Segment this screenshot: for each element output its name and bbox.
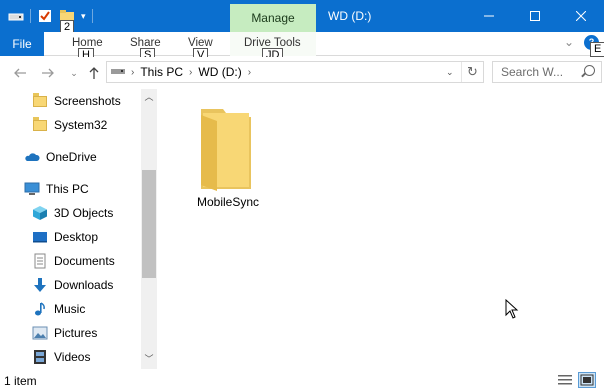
breadcrumb-separator-icon[interactable]: › [248,67,251,78]
nav-scrollbar[interactable]: ︿ ﹀ [141,89,157,369]
search-placeholder: Search W... [501,65,564,79]
up-button[interactable] [84,63,104,83]
document-icon [32,253,48,269]
drive-icon[interactable] [8,8,24,24]
nav-item-label: Screenshots [54,94,121,108]
qat-divider [30,9,31,23]
nav-item-label: OneDrive [46,150,97,164]
item-count: 1 item [4,374,37,388]
breadcrumb-wd-drive[interactable]: WD (D:) [198,65,241,79]
keytip-help: E [590,42,604,57]
ribbon-tab-bar: File Home H Share S View V Drive Tools J… [0,32,604,63]
scroll-up-icon[interactable]: ︿ [141,89,157,105]
drive-small-icon [111,65,125,79]
close-button[interactable] [558,0,604,32]
folder-icon [32,117,48,133]
large-icons-view-icon[interactable] [578,372,596,388]
folder-icon [193,101,263,194]
refresh-icon[interactable]: ↻ [461,62,483,82]
pictures-icon [32,325,48,341]
manage-tab[interactable]: Manage [230,4,316,32]
quick-access-toolbar: 2 ▾ [8,6,93,35]
nav-item-label: Videos [54,350,91,364]
mouse-cursor-icon [505,298,519,322]
nav-item-label: Downloads [54,278,114,292]
folder-icon [32,93,48,109]
navigation-pane: Screenshots System32 OneDrive This PC 3D… [0,89,157,369]
window-title: WD (D:) [328,9,372,23]
forward-button[interactable] [38,63,58,83]
cloud-icon [24,149,40,165]
search-input[interactable]: Search W... [492,61,602,83]
scroll-down-icon[interactable]: ﹀ [141,351,157,367]
address-row: ⌄ › This PC › WD (D:) › ↻ ⌄ Search W... [0,57,604,89]
address-bar[interactable]: › This PC › WD (D:) › ↻ [106,61,484,83]
desktop-icon [32,229,48,245]
expand-ribbon-icon[interactable]: ⌄ [564,35,574,49]
computer-icon [24,181,40,197]
film-icon [32,349,48,365]
back-button[interactable] [10,63,30,83]
properties-icon[interactable] [37,8,53,24]
tab-file[interactable]: File [0,32,44,56]
breadcrumb-separator-icon[interactable]: › [131,67,134,78]
file-list[interactable]: MobileSync [157,89,604,369]
cube-icon [32,205,48,221]
minimize-button[interactable] [466,0,512,32]
nav-item-label: Music [54,302,86,316]
nav-item-label: System32 [54,118,108,132]
breadcrumb-separator-icon[interactable]: › [189,67,192,78]
address-dropdown-icon[interactable]: ⌄ [446,67,460,81]
status-bar: 1 item [0,369,604,392]
nav-item-label: Documents [54,254,115,268]
scroll-thumb[interactable] [142,170,156,278]
nav-item-label: 3D Objects [54,206,114,220]
details-view-icon[interactable] [556,372,574,388]
title-bar: 2 ▾ Manage WD (D:) [0,0,604,35]
qat-dropdown-icon[interactable]: ▾ [81,11,86,22]
new-folder-icon[interactable]: 2 [59,8,75,35]
breadcrumb-this-pc[interactable]: This PC [140,65,183,79]
maximize-button[interactable] [512,0,558,32]
search-icon [584,65,595,76]
download-arrow-icon [32,277,48,293]
nav-item-label: Pictures [54,326,98,340]
nav-item-label: This PC [46,182,89,196]
recent-locations-icon[interactable]: ⌄ [64,63,84,83]
folder-label: MobileSync [196,195,260,209]
qat-divider-2 [91,9,93,23]
music-note-icon [32,301,48,317]
nav-item-label: Desktop [54,230,99,244]
